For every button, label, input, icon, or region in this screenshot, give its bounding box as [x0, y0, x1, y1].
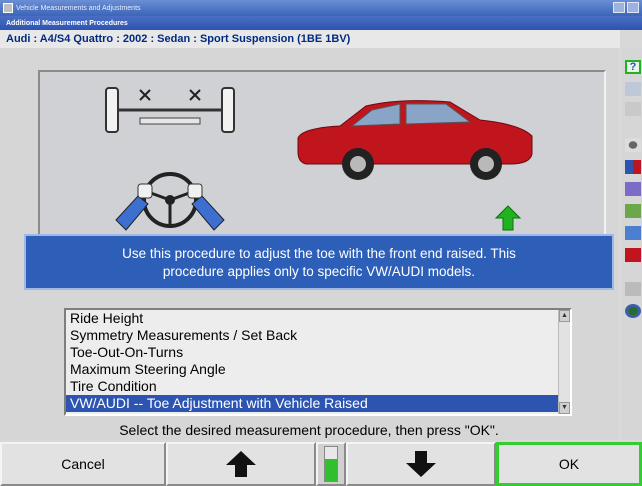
function-button-bar: Cancel OK [0, 442, 642, 486]
wheel-icon[interactable] [625, 138, 641, 152]
car-icon [297, 100, 533, 180]
scroll-down-icon[interactable]: ▼ [559, 402, 570, 414]
list-item[interactable]: Maximum Steering Angle [66, 361, 570, 378]
document-icon[interactable] [625, 82, 641, 96]
help-label: ? [629, 61, 637, 73]
instruction-panel: Use this procedure to adjust the toe wit… [24, 234, 614, 290]
instruction-line-2: procedure applies only to specific VW/AU… [162, 264, 476, 279]
instruction-line-1: Use this procedure to adjust the toe wit… [122, 246, 516, 261]
window-title: Vehicle Measurements and Adjustments [16, 4, 141, 12]
measure-icon[interactable] [625, 160, 641, 174]
procedure-list[interactable]: Ride Height Symmetry Measurements / Set … [64, 308, 572, 416]
raise-arrow-icon [494, 205, 522, 231]
move-up-button[interactable] [166, 442, 316, 486]
list-item[interactable]: Tire Condition [66, 378, 570, 395]
list-item-selected[interactable]: VW/AUDI -- Toe Adjustment with Vehicle R… [66, 395, 570, 412]
window-titlebar: Vehicle Measurements and Adjustments [0, 0, 642, 16]
procedure-illustration [38, 70, 606, 254]
list-item[interactable]: Toe-Out-On-Turns [66, 344, 570, 361]
up-arrow-icon [226, 451, 256, 477]
ok-button[interactable]: OK [496, 442, 642, 486]
tool-icon[interactable] [625, 282, 641, 296]
selection-prompt: Select the desired measurement procedure… [119, 422, 499, 438]
chart-icon[interactable] [625, 204, 641, 218]
specs-icon[interactable] [625, 102, 641, 116]
help-icon[interactable]: ? [625, 60, 641, 74]
readings-icon[interactable] [625, 226, 641, 240]
window-controls [613, 2, 639, 13]
scroll-position-indicator [316, 442, 346, 486]
down-arrow-icon [406, 451, 436, 477]
app-icon [3, 3, 13, 13]
list-item[interactable]: Symmetry Measurements / Set Back [66, 327, 570, 344]
axle-diagram [105, 87, 235, 133]
close-button[interactable] [627, 2, 639, 13]
list-scrollbar[interactable]: ▲ ▼ [558, 310, 570, 414]
main-panel: Use this procedure to adjust the toe wit… [0, 48, 618, 440]
scroll-up-icon[interactable]: ▲ [559, 310, 570, 322]
position-gauge-fill [325, 459, 337, 481]
screen-title: Additional Measurement Procedures [0, 16, 642, 30]
vehicle-description: Audi : A4/S4 Quattro : 2002 : Sedan : Sp… [0, 30, 620, 48]
alert-icon[interactable] [625, 248, 641, 262]
settings-icon[interactable] [625, 182, 641, 196]
position-gauge [324, 446, 338, 482]
illustration-graphic [105, 87, 533, 231]
tool-sidebar: ? [622, 48, 642, 440]
cancel-button[interactable]: Cancel [0, 442, 166, 486]
move-down-button[interactable] [346, 442, 496, 486]
list-item[interactable]: Ride Height [66, 310, 570, 327]
minimize-button[interactable] [613, 2, 625, 13]
steering-wheel-icon [115, 172, 225, 231]
globe-icon[interactable] [625, 304, 641, 318]
